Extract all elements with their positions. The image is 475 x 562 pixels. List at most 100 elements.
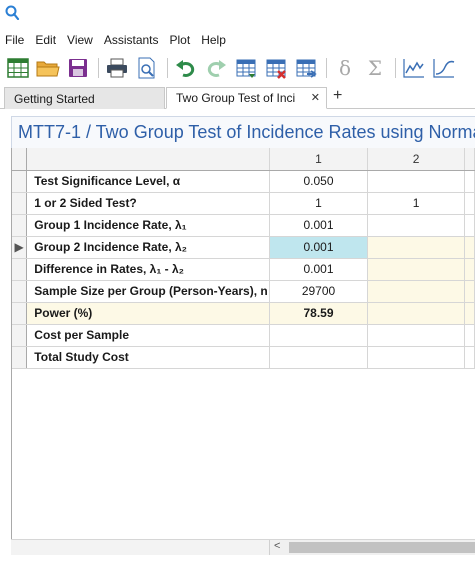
delta-button[interactable]: δ: [331, 54, 359, 82]
column-header-row: 1 2: [12, 148, 475, 171]
corner-cell: [12, 148, 28, 171]
menu-edit[interactable]: Edit: [35, 33, 56, 47]
table-row: 1 or 2 Sided Test? 1 1: [12, 192, 475, 215]
grid-cell[interactable]: 1: [269, 192, 368, 215]
data-grid: 1 2 Test Significance Level, α 0.050 1 o…: [11, 148, 475, 540]
curve-plot-button[interactable]: [430, 54, 458, 82]
row-indicator[interactable]: [12, 324, 28, 347]
tab-two-group-test[interactable]: Two Group Test of Inci ✕: [166, 87, 327, 109]
label-column-header: [26, 148, 271, 171]
grid-cell[interactable]: [464, 302, 475, 325]
menu-plot[interactable]: Plot: [170, 33, 191, 47]
column-header[interactable]: [464, 148, 475, 171]
grid-cell[interactable]: [269, 346, 368, 369]
add-tab-icon[interactable]: +: [333, 87, 342, 105]
undo-button[interactable]: [172, 54, 200, 82]
toolbar: δ Σ: [0, 53, 475, 83]
result-cell[interactable]: 78.59: [269, 302, 368, 325]
redo-icon: [207, 60, 226, 77]
horizontal-scrollbar[interactable]: <: [11, 539, 475, 555]
open-button[interactable]: [34, 54, 62, 82]
table-row-current: ▶ Group 2 Incidence Rate, λ₂ 0.001: [12, 236, 475, 259]
grid-cell[interactable]: 1: [367, 192, 466, 215]
row-indicator[interactable]: [12, 214, 28, 237]
tab-label: Getting Started: [14, 91, 95, 106]
grid-cell[interactable]: [367, 324, 466, 347]
selected-grid-cell[interactable]: 0.001: [269, 236, 368, 259]
line-plot-icon: [403, 59, 424, 78]
toolbar-separator: [167, 58, 168, 78]
grid-cell[interactable]: [464, 192, 475, 215]
grid-cell[interactable]: 0.001: [269, 214, 368, 237]
grid-cell[interactable]: [464, 280, 475, 303]
grid-cell[interactable]: [367, 170, 466, 193]
column-header[interactable]: 1: [269, 148, 368, 171]
curve-plot-icon: [433, 59, 455, 78]
print-button[interactable]: [103, 54, 131, 82]
sigma-button[interactable]: Σ: [361, 54, 389, 82]
scrollbar-thumb[interactable]: [289, 542, 475, 553]
row-label: Group 1 Incidence Rate, λ₁: [26, 214, 271, 237]
table-row: Total Study Cost: [12, 346, 475, 369]
open-folder-icon: [36, 61, 60, 77]
save-icon: [69, 59, 87, 77]
grid-cell[interactable]: [367, 258, 466, 281]
tab-label: Two Group Test of Inci: [176, 91, 296, 105]
scrollbar-frozen-area: [11, 540, 270, 555]
grid-cell[interactable]: [367, 214, 466, 237]
table-row-result: Power (%) 78.59: [12, 302, 475, 325]
row-indicator[interactable]: [12, 192, 28, 215]
grid-cell[interactable]: [464, 236, 475, 259]
row-label: 1 or 2 Sided Test?: [26, 192, 271, 215]
menu-bar: File Edit View Assistants Plot Help: [0, 30, 475, 50]
insert-table-button[interactable]: [232, 54, 260, 82]
document-title-bar: MTT7-1 / Two Group Test of Incidence Rat…: [11, 116, 475, 148]
delete-table-icon: [266, 59, 286, 79]
print-preview-button[interactable]: [133, 54, 161, 82]
grid-cell[interactable]: [367, 346, 466, 369]
grid-cell[interactable]: [269, 324, 368, 347]
grid-cell[interactable]: [367, 236, 466, 259]
grid-cell[interactable]: [367, 280, 466, 303]
grid-cell[interactable]: [464, 170, 475, 193]
title-bar: [0, 0, 475, 28]
tab-getting-started[interactable]: Getting Started: [4, 87, 165, 109]
grid-cell[interactable]: [464, 214, 475, 237]
menu-file[interactable]: File: [5, 33, 24, 47]
row-indicator[interactable]: [12, 258, 28, 281]
new-spreadsheet-button[interactable]: [4, 54, 32, 82]
parameter-table: 1 2 Test Significance Level, α 0.050 1 o…: [12, 148, 475, 369]
grid-cell[interactable]: [464, 324, 475, 347]
row-indicator[interactable]: [12, 302, 28, 325]
menu-view[interactable]: View: [67, 33, 93, 47]
print-icon: [107, 58, 127, 78]
menu-help[interactable]: Help: [201, 33, 226, 47]
row-indicator[interactable]: [12, 170, 28, 193]
line-plot-button[interactable]: [400, 54, 428, 82]
grid-cell[interactable]: [464, 346, 475, 369]
row-indicator[interactable]: [12, 346, 28, 369]
save-button[interactable]: [64, 54, 92, 82]
toolbar-separator: [326, 58, 327, 78]
close-icon[interactable]: ✕: [311, 91, 320, 104]
delete-table-button[interactable]: [262, 54, 290, 82]
menu-assistants[interactable]: Assistants: [104, 33, 159, 47]
grid-cell[interactable]: 0.001: [269, 258, 368, 281]
row-label: Sample Size per Group (Person-Years), n: [26, 280, 271, 303]
grid-cell[interactable]: [367, 302, 466, 325]
current-row-marker-icon[interactable]: ▶: [12, 236, 28, 259]
insert-table-icon: [236, 59, 256, 78]
column-header[interactable]: 2: [367, 148, 466, 171]
row-label: Group 2 Incidence Rate, λ₂: [26, 236, 271, 259]
spreadsheet-icon: [7, 58, 29, 78]
row-indicator[interactable]: [12, 280, 28, 303]
grid-cell[interactable]: 29700: [269, 280, 368, 303]
redo-button[interactable]: [202, 54, 230, 82]
grid-cell[interactable]: [464, 258, 475, 281]
row-label: Power (%): [26, 302, 271, 325]
grid-cell[interactable]: 0.050: [269, 170, 368, 193]
print-preview-icon: [138, 57, 155, 79]
toolbar-separator: [98, 58, 99, 78]
scroll-left-arrow-icon[interactable]: <: [274, 540, 280, 552]
export-table-button[interactable]: [292, 54, 320, 82]
